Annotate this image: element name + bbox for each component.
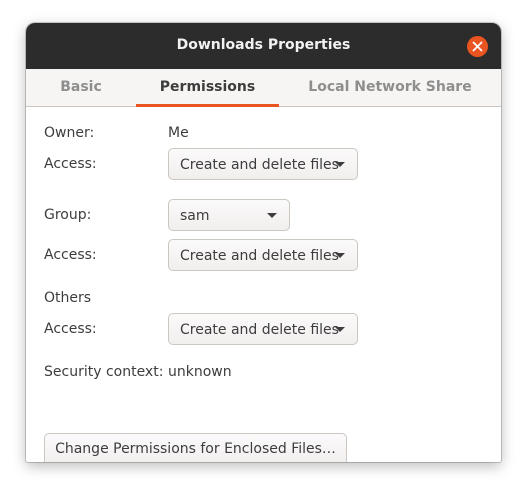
change-permissions-button[interactable]: Change Permissions for Enclosed Files… (44, 433, 347, 462)
owner-access-dropdown[interactable]: Create and delete files (168, 148, 358, 180)
group-label: Group: (44, 207, 92, 223)
others-access-label: Access: (44, 321, 97, 337)
group-access-dropdown[interactable]: Create and delete files (168, 239, 358, 271)
owner-label: Owner: (44, 125, 95, 141)
group-access-value: Create and delete files (180, 248, 339, 264)
group-dropdown[interactable]: sam (168, 199, 290, 231)
chevron-down-icon (335, 162, 345, 167)
owner-access-value: Create and delete files (180, 157, 339, 173)
close-button[interactable] (467, 36, 488, 57)
security-context-label: Security context: (44, 364, 164, 380)
close-icon (472, 41, 483, 52)
security-context-value: unknown (168, 364, 232, 380)
chevron-down-icon (335, 253, 345, 258)
others-access-value: Create and delete files (180, 322, 339, 338)
chevron-down-icon (335, 327, 345, 332)
tab-local-network-share[interactable]: Local Network Share (279, 69, 501, 106)
chevron-down-icon (267, 213, 277, 218)
tab-basic[interactable]: Basic (26, 69, 136, 106)
properties-dialog: Downloads Properties Basic Permissions L… (26, 23, 501, 462)
group-access-label: Access: (44, 247, 97, 263)
others-access-dropdown[interactable]: Create and delete files (168, 313, 358, 345)
tab-bar: Basic Permissions Local Network Share (26, 69, 501, 107)
titlebar[interactable]: Downloads Properties (26, 23, 501, 69)
tab-permissions[interactable]: Permissions (136, 69, 279, 107)
owner-access-label: Access: (44, 156, 97, 172)
others-label: Others (44, 290, 92, 306)
group-value: sam (180, 208, 210, 224)
permissions-panel: Owner: Me Access: Create and delete file… (26, 107, 501, 462)
window-title: Downloads Properties (176, 37, 351, 53)
owner-value: Me (168, 125, 189, 141)
